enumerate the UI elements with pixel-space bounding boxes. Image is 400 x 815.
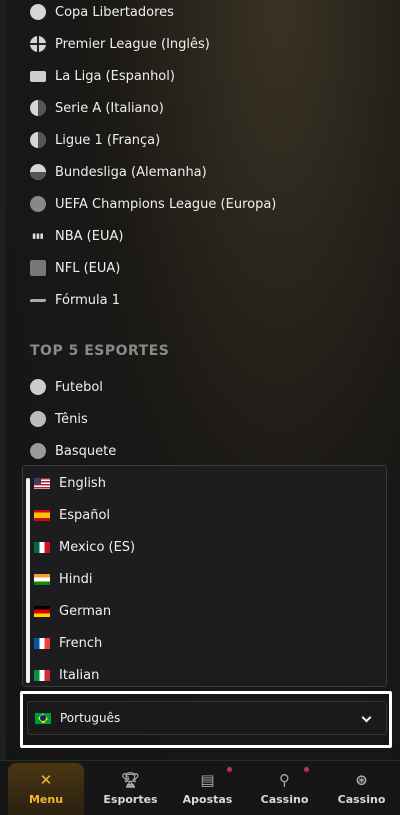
mexico-flag-icon (34, 541, 50, 553)
language-option-french[interactable]: French (34, 633, 102, 653)
dropdown-scrollbar[interactable] (26, 478, 30, 683)
nav-esportes[interactable]: 🏆︎ Esportes (92, 761, 169, 815)
tennis-ball-icon (30, 411, 46, 427)
sport-basquete[interactable]: Basquete (30, 439, 116, 463)
language-label: Italian (59, 667, 100, 683)
uefa-icon (30, 196, 46, 212)
india-flag-icon (34, 573, 50, 585)
nav-label: Cassino (260, 793, 309, 806)
language-select[interactable]: Português (27, 701, 387, 735)
trophy-icon: 🏆︎ (120, 771, 141, 789)
language-label: German (59, 603, 112, 619)
language-label: Español (59, 507, 111, 523)
us-flag-icon (34, 477, 50, 489)
nav-label: Esportes (103, 793, 158, 806)
nav-cassino[interactable]: ⚲ Cassino (246, 761, 323, 815)
league-label: Copa Libertadores (55, 4, 174, 20)
league-label: NBA (EUA) (55, 228, 124, 244)
language-option-espanol[interactable]: Español (34, 505, 110, 525)
spain-flag-icon (34, 509, 50, 521)
league-champions-league[interactable]: UEFA Champions League (Europa) (30, 192, 276, 216)
league-label: Bundesliga (Alemanha) (55, 164, 207, 180)
brazil-flag-icon (35, 712, 51, 724)
league-ligue-1[interactable]: Ligue 1 (França) (30, 128, 160, 152)
language-option-italian[interactable]: Italian (34, 665, 99, 685)
language-label: English (59, 475, 106, 491)
sport-label: Basquete (55, 443, 117, 459)
language-label: Mexico (ES) (59, 539, 136, 555)
germany-flag-icon (30, 164, 46, 180)
league-copa-libertadores[interactable]: Copa Libertadores (30, 0, 174, 24)
top-sports-title: TOP 5 ESPORTES (30, 343, 170, 359)
nav-menu[interactable]: ✕ Menu (8, 763, 84, 815)
nfl-icon (30, 260, 46, 276)
nav-label: Cassino (337, 793, 386, 806)
league-formula-1[interactable]: Fórmula 1 (30, 288, 120, 312)
chevron-down-icon (361, 712, 372, 723)
nav-apostas[interactable]: ▤ Apostas (169, 761, 246, 815)
germany-flag-icon (34, 605, 50, 617)
league-nfl[interactable]: NFL (EUA) (30, 256, 120, 280)
nav-cassino-live[interactable]: ⊛ Cassino (323, 761, 400, 815)
league-label: Ligue 1 (França) (55, 132, 161, 148)
basketball-icon (30, 443, 46, 459)
close-icon: ✕ (39, 771, 53, 789)
league-serie-a[interactable]: Serie A (Italiano) (30, 96, 164, 120)
league-label: La Liga (Espanhol) (55, 68, 175, 84)
league-la-liga[interactable]: La Liga (Espanhol) (30, 64, 175, 88)
italy-flag-icon (34, 669, 50, 681)
notification-dot (304, 767, 309, 772)
league-premier-league[interactable]: Premier League (Inglês) (30, 32, 210, 56)
nba-icon: ▮▮▮ (32, 232, 44, 240)
ticket-icon: ▤ (200, 771, 215, 789)
sport-label: Tênis (55, 411, 88, 427)
sport-futebol[interactable]: Futebol (30, 375, 103, 399)
joystick-icon: ⚲ (279, 771, 290, 789)
sport-label: Futebol (55, 379, 103, 395)
laliga-icon (30, 70, 46, 82)
league-nba[interactable]: ▮▮▮ NBA (EUA) (30, 224, 123, 248)
league-label: UEFA Champions League (Europa) (55, 196, 277, 212)
language-option-english[interactable]: English (34, 473, 106, 493)
language-option-german[interactable]: German (34, 601, 111, 621)
sport-tenis[interactable]: Tênis (30, 407, 88, 431)
trophy-ball-icon (30, 4, 46, 20)
notification-dot (227, 767, 232, 772)
league-bundesliga[interactable]: Bundesliga (Alemanha) (30, 160, 207, 184)
italy-flag-icon (30, 100, 46, 116)
league-label: Serie A (Italiano) (55, 100, 164, 116)
language-dropdown-menu: English Español Mexico (ES) Hindi German… (22, 465, 387, 687)
language-option-hindi[interactable]: Hindi (34, 569, 93, 589)
france-flag-icon (34, 637, 50, 649)
roulette-icon: ⊛ (355, 771, 368, 789)
league-label: Fórmula 1 (55, 292, 120, 308)
bottom-nav: ✕ Menu 🏆︎ Esportes ▤ Apostas ⚲ Cassino ⊛… (0, 760, 400, 815)
language-label: French (59, 635, 103, 651)
language-label: Hindi (59, 571, 93, 587)
england-flag-icon (30, 36, 46, 52)
france-flag-icon (30, 132, 46, 148)
page-scrollbar[interactable] (0, 0, 6, 760)
nav-label: Apostas (182, 793, 233, 806)
language-select-value: Português (60, 711, 121, 725)
league-label: Premier League (Inglês) (55, 36, 210, 52)
language-option-mexico[interactable]: Mexico (ES) (34, 537, 135, 557)
soccer-ball-icon (30, 379, 46, 395)
f1-icon (30, 292, 46, 308)
nav-label: Menu (28, 793, 64, 806)
league-label: NFL (EUA) (55, 260, 121, 276)
